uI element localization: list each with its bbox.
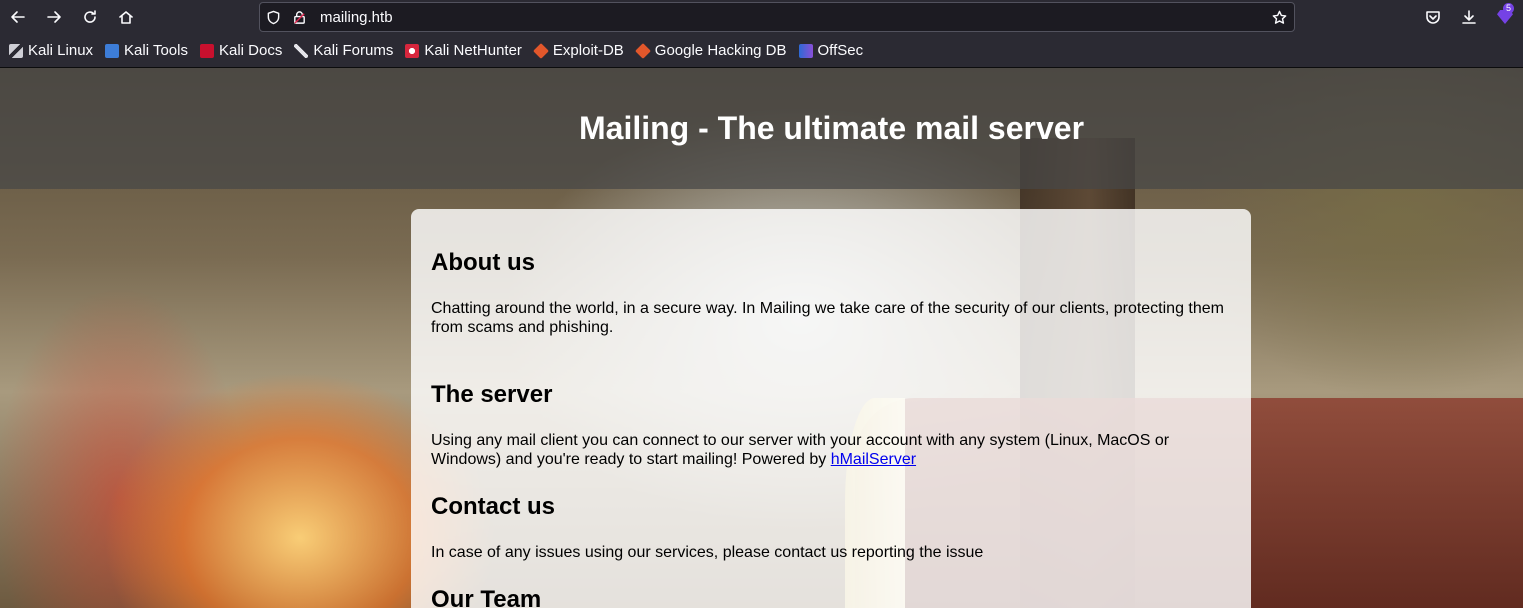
exploit-db-icon <box>533 42 549 59</box>
shield-icon[interactable] <box>260 3 286 31</box>
bookmark-kali-nethunter[interactable]: Kali NetHunter <box>400 38 527 64</box>
contact-section: Contact us In case of any issues using o… <box>431 493 1231 562</box>
kali-forums-icon <box>294 43 309 58</box>
pocket-icon <box>1426 11 1440 24</box>
bookmark-label: OffSec <box>817 42 864 59</box>
site-header: Mailing - The ultimate mail server <box>0 68 1523 189</box>
kali-linux-icon <box>9 43 23 58</box>
bookmark-exploit-db[interactable]: Exploit-DB <box>529 38 629 64</box>
contact-heading: Contact us <box>431 493 556 520</box>
bookmark-label: Kali Tools <box>124 42 188 59</box>
pocket-button[interactable] <box>1415 0 1451 34</box>
extension-button[interactable]: 5 <box>1487 0 1523 34</box>
downloads-button[interactable] <box>1451 0 1487 34</box>
reload-button[interactable] <box>72 0 108 34</box>
bookmark-label: Kali Linux <box>28 42 94 59</box>
server-heading: The server <box>431 381 553 408</box>
bookmark-kali-docs[interactable]: Kali Docs <box>195 38 287 64</box>
server-paragraph: Using any mail client you can connect to… <box>431 431 1231 469</box>
about-heading: About us <box>431 249 535 276</box>
about-text: Chatting around the world, in a secure w… <box>431 300 1224 336</box>
bookmark-label: Kali Docs <box>218 42 283 59</box>
server-section: The server Using any mail client you can… <box>431 381 1231 469</box>
extension-badge-count: 5 <box>1502 3 1514 14</box>
bookmark-label: Kali NetHunter <box>424 42 522 59</box>
reload-icon <box>84 10 96 23</box>
home-icon <box>119 11 133 24</box>
kali-tools-icon <box>105 43 120 58</box>
url-text[interactable]: mailing.htb <box>320 9 1264 26</box>
contact-text: In case of any issues using our services… <box>431 544 984 561</box>
team-heading: Our Team <box>431 586 542 608</box>
bookmark-kali-tools[interactable]: Kali Tools <box>100 38 193 64</box>
hmailserver-link[interactable]: hMailServer <box>831 451 916 468</box>
kali-nethunter-icon <box>405 43 420 58</box>
arrow-left-icon <box>11 11 25 23</box>
content-card: About us Chatting around the world, in a… <box>411 209 1251 608</box>
bookmark-google-hacking-db[interactable]: Google Hacking DB <box>631 38 792 64</box>
bookmark-star-icon[interactable] <box>1264 3 1294 31</box>
page-viewport: Mailing - The ultimate mail server About… <box>0 68 1523 608</box>
bookmark-kali-forums[interactable]: Kali Forums <box>289 38 398 64</box>
arrow-right-icon <box>47 11 61 23</box>
back-button[interactable] <box>0 0 36 34</box>
url-bar[interactable]: mailing.htb <box>259 2 1295 32</box>
bookmark-offsec[interactable]: OffSec <box>794 38 869 64</box>
bookmark-label: Exploit-DB <box>552 42 624 59</box>
download-icon <box>1462 10 1476 24</box>
home-button[interactable] <box>108 0 144 34</box>
about-section: About us Chatting around the world, in a… <box>431 249 1231 337</box>
browser-toolbar: mailing.htb 5 <box>0 0 1523 34</box>
bookmarks-bar: Kali Linux Kali Tools Kali Docs Kali For… <box>0 34 1523 68</box>
bookmark-label: Kali Forums <box>313 42 394 59</box>
bookmark-kali-linux[interactable]: Kali Linux <box>4 38 98 64</box>
bookmark-label: Google Hacking DB <box>654 42 787 59</box>
team-section: Our Team <box>431 586 1231 608</box>
forward-button[interactable] <box>36 0 72 34</box>
server-text: Using any mail client you can connect to… <box>431 432 1170 468</box>
kali-docs-icon <box>199 43 214 58</box>
offsec-icon <box>798 43 813 58</box>
site-title: Mailing - The ultimate mail server <box>578 110 1085 146</box>
google-hacking-db-icon <box>634 42 651 59</box>
insecure-lock-icon[interactable] <box>286 3 312 31</box>
